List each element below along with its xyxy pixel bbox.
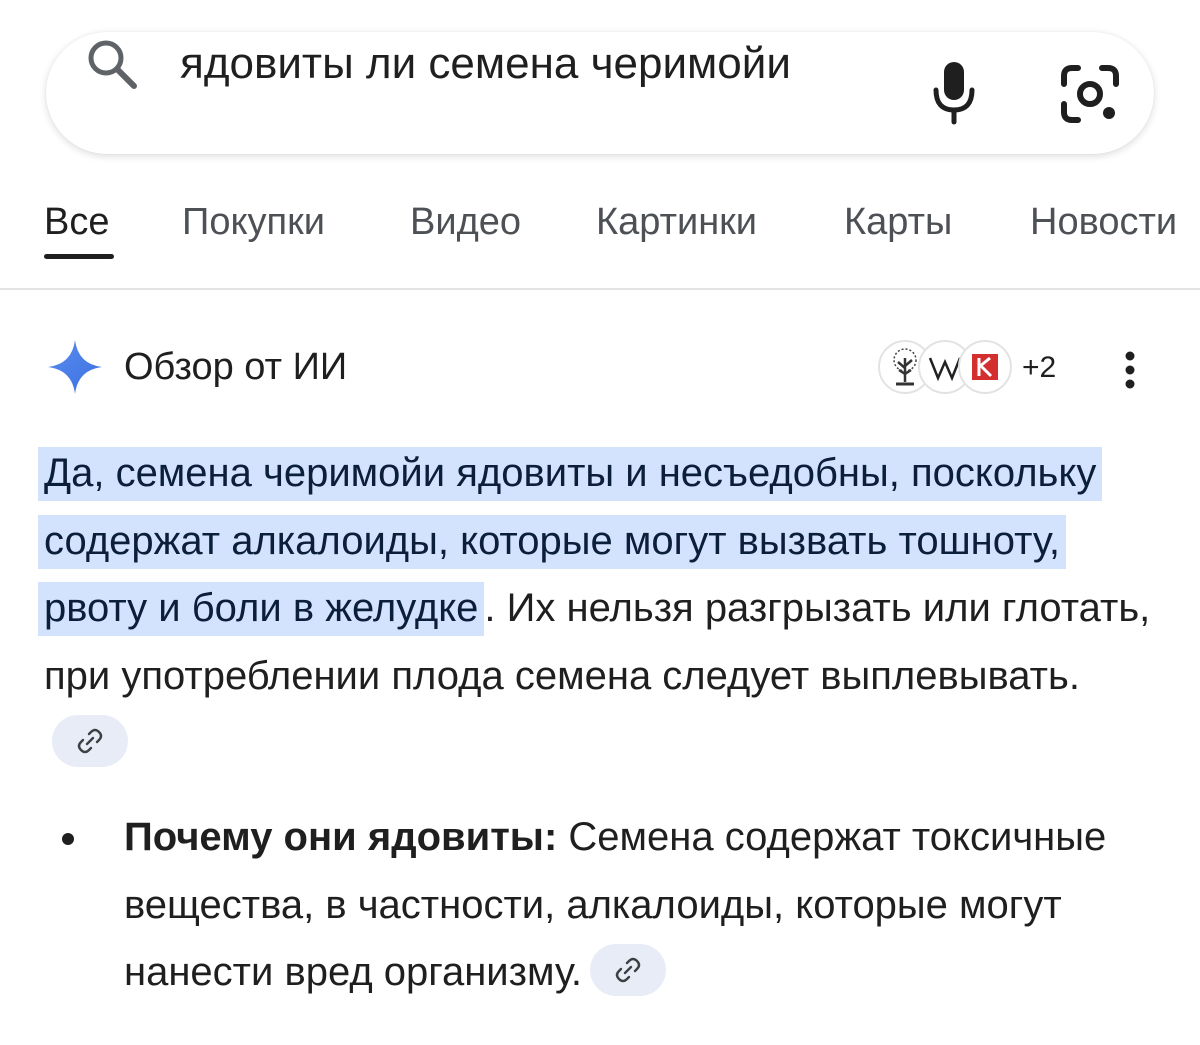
bullet-dot [62, 833, 74, 845]
tab-shopping[interactable]: Покупки [182, 194, 325, 250]
list-item: Почему они ядовиты: Семена содержат токс… [44, 804, 1154, 1007]
ai-sparkle-icon [48, 340, 102, 394]
more-sources-count[interactable]: +2 [1022, 348, 1056, 388]
link-icon [77, 729, 103, 754]
search-input[interactable]: ядовиты ли семена черимойи [180, 38, 791, 90]
google-lens-icon[interactable] [1058, 62, 1122, 126]
source-avatars[interactable] [878, 340, 1018, 396]
citation-link-button[interactable] [590, 944, 667, 997]
tab-images[interactable]: Картинки [596, 194, 757, 250]
ai-overview-title: Обзор от ИИ [124, 346, 348, 388]
tab-video[interactable]: Видео [410, 194, 521, 250]
ai-overview-answer: Да, семена черимойи ядовиты и несъедобны… [38, 440, 1154, 778]
bullet-heading: Почему они ядовиты: [124, 815, 558, 859]
active-tab-indicator [44, 254, 114, 259]
source-k-logo-icon[interactable] [958, 340, 1012, 394]
bullet-list: Почему они ядовиты: Семена содержат токс… [44, 804, 1154, 1007]
search-results-page: ядовиты ли семена черимойи Все Покупки В… [0, 0, 1200, 1045]
search-icon[interactable] [84, 36, 140, 92]
link-icon [615, 958, 641, 983]
microphone-icon[interactable] [930, 60, 978, 126]
tab-all[interactable]: Все [44, 194, 109, 250]
tab-news[interactable]: Новости [1030, 194, 1177, 250]
tab-maps[interactable]: Карты [844, 194, 952, 250]
citation-link-button[interactable] [52, 715, 128, 768]
more-options-icon[interactable] [1118, 348, 1142, 392]
tabs-divider [0, 288, 1200, 290]
